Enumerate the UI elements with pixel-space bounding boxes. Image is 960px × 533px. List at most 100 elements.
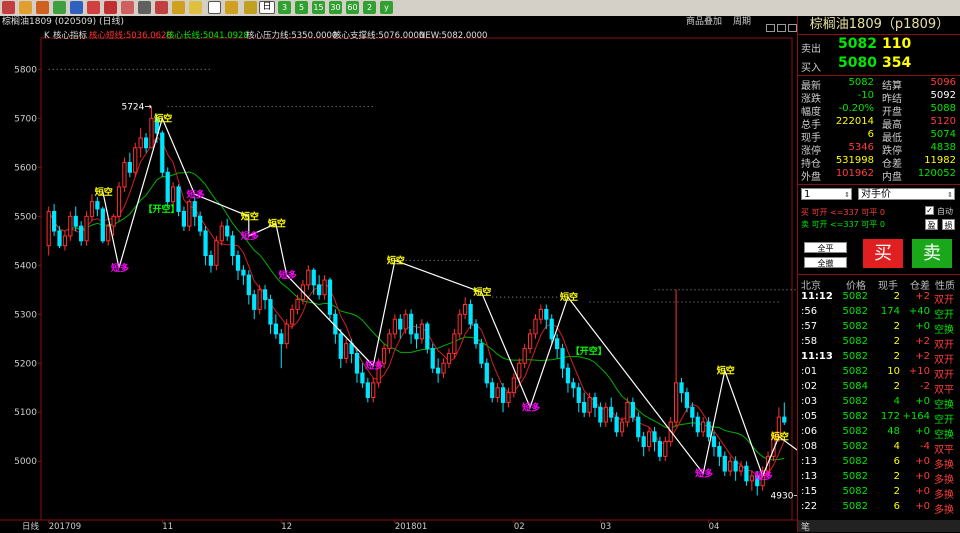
candle-body: [100, 208, 105, 242]
quote-value: 5120: [930, 116, 956, 127]
refresh-icon[interactable]: [53, 1, 66, 14]
tick-row: :06 5082 48 +0 空换: [798, 426, 960, 441]
candle-body: [425, 323, 430, 350]
tick-cell-n: 空换: [934, 400, 954, 411]
candle-body: [652, 431, 657, 443]
candle-body: [279, 333, 284, 345]
y-tick-label: 5200: [14, 359, 37, 369]
candle-body: [181, 210, 187, 227]
tick-cell-v: 2: [893, 486, 900, 497]
x-tick-label: 11: [162, 522, 173, 532]
tick-cell-p: 5082: [842, 471, 868, 482]
candle-body: [598, 406, 603, 423]
candle-body: [138, 137, 143, 149]
cancel-all-button[interactable]: 全撤: [804, 257, 847, 268]
tick-row: :03 5082 4 +0 空换: [798, 396, 960, 411]
period-15-button[interactable]: 15: [312, 1, 325, 14]
list-icon[interactable]: [36, 1, 49, 14]
sell-button[interactable]: 卖: [912, 239, 952, 268]
candle-body: [57, 230, 62, 247]
f10-icon[interactable]: [172, 1, 185, 14]
x-tick-label: 201801: [395, 522, 427, 532]
month-icon[interactable]: [225, 1, 238, 14]
doc-icon[interactable]: [138, 1, 151, 14]
indicator-short: 核心短线:5036.0628: [89, 30, 172, 41]
short-buy-tag: 短多: [755, 470, 773, 482]
candle-body: [360, 372, 365, 384]
close-all-button[interactable]: 全平: [804, 242, 847, 253]
short-sell-tag: 短空: [387, 254, 405, 266]
split-icon[interactable]: [70, 1, 83, 14]
candle-body: [419, 323, 425, 340]
quote-value: 6: [867, 129, 874, 140]
spin-icon[interactable]: ⇕: [844, 189, 850, 201]
candle-body: [744, 465, 749, 482]
buy-capacity: 买 可开 <=337 可平 0: [801, 207, 885, 218]
home-icon[interactable]: [2, 1, 15, 14]
period-5-button[interactable]: 5: [295, 1, 308, 14]
pencil-icon[interactable]: [87, 1, 100, 14]
period-2-button[interactable]: 2: [363, 1, 376, 14]
period-60-button[interactable]: 60: [346, 1, 359, 14]
y-tick-label: 5800: [14, 65, 37, 75]
indicator-long: 核心长线:5041.0928: [166, 30, 249, 41]
candle-body: [198, 215, 203, 232]
tick-cell-n: 双开: [934, 295, 954, 306]
loss-button[interactable]: 损: [942, 219, 955, 230]
candle-body: [208, 255, 214, 266]
tick-cell-p: 5082: [842, 336, 868, 347]
tick-row: :01 5082 10 +10 双开: [798, 366, 960, 381]
x-icon[interactable]: [244, 1, 257, 14]
candle-body: [262, 289, 268, 301]
price-type-select[interactable]: 对手价 ⇕: [858, 188, 955, 200]
candle-body: [446, 352, 452, 364]
candle-body: [165, 171, 170, 203]
candle-body: [592, 397, 598, 408]
candle-body: [73, 215, 78, 227]
quote-value: 5082: [848, 77, 874, 88]
buy-button[interactable]: 买: [863, 239, 903, 268]
candle-body: [711, 436, 717, 448]
toolbar: 1351530602y日: [0, 0, 960, 17]
period-3-button[interactable]: 3: [278, 1, 291, 14]
overlay-link[interactable]: 商品叠加: [686, 16, 722, 28]
candle-body: [322, 279, 327, 296]
candlestick-chart[interactable]: K 核心指标 核心短线:5036.0628核心长线:5041.0928核心压力线:5…: [0, 28, 797, 532]
quantity-input[interactable]: 1 ⇕: [801, 188, 852, 200]
quote-value: 222014: [835, 116, 874, 127]
tick-header-cell: 北京: [801, 281, 821, 292]
candle-body: [62, 235, 68, 247]
sell-price[interactable]: 5082: [838, 36, 877, 52]
tick-cell-d: +2: [915, 351, 930, 362]
timeshare-icon[interactable]: [104, 1, 117, 14]
tick-row: :02 5084 2 -2 双平: [798, 381, 960, 396]
quantity-value: 1: [804, 189, 811, 200]
quote-value: 5092: [930, 90, 956, 101]
back-icon[interactable]: [19, 1, 32, 14]
tick-header-cell: 价格: [846, 281, 866, 292]
candle-body: [463, 303, 468, 315]
tick-footer[interactable]: 笔: [798, 520, 960, 533]
week-icon[interactable]: [208, 1, 221, 14]
candle-body: [614, 416, 619, 433]
buy-price[interactable]: 5080: [838, 55, 877, 71]
profit-button[interactable]: 盈: [925, 219, 938, 230]
tick-cell-t: :06: [801, 426, 818, 437]
candle-body: [143, 137, 149, 149]
contract-title: 棕榈油1809（p1809）: [797, 16, 960, 34]
y-tick-label: 5000: [14, 457, 37, 467]
period-link[interactable]: 周期: [733, 16, 751, 28]
trend-icon[interactable]: [155, 1, 168, 14]
daily-period-button[interactable]: 日: [259, 1, 275, 14]
quote-row: 幅度 -0.20% 开盘 5088: [798, 103, 960, 118]
calendar-icon[interactable]: [189, 1, 202, 14]
auto-checkbox[interactable]: ✓: [925, 206, 934, 215]
candle-body: [46, 210, 51, 247]
key-icon[interactable]: [121, 1, 134, 14]
period-y-button[interactable]: y: [380, 1, 393, 14]
tick-cell-p: 5082: [842, 441, 868, 452]
spin-icon[interactable]: ⇕: [947, 189, 953, 201]
period-30-button[interactable]: 30: [329, 1, 342, 14]
short-sell-tag: 短空: [473, 286, 491, 298]
tick-cell-t: :02: [801, 381, 818, 392]
